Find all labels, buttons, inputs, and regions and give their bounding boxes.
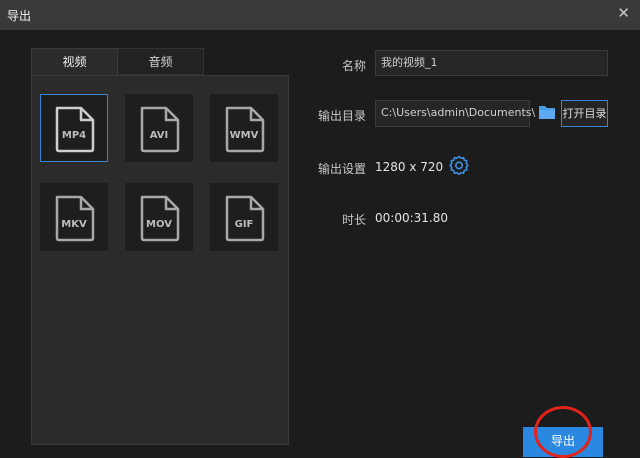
duration-value: 00:00:31.80: [375, 211, 448, 225]
format-label: MP4: [61, 130, 87, 141]
resolution-value: 1280 x 720: [375, 160, 444, 174]
highlight-circle: [534, 406, 592, 458]
format-mov[interactable]: MOV: [125, 183, 193, 251]
file-icon: [225, 106, 265, 153]
output-dir-input[interactable]: C:\Users\admin\Documents\: [375, 100, 535, 127]
name-label: 名称: [341, 59, 366, 73]
format-mkv[interactable]: MKV: [40, 183, 108, 251]
format-label: AVI: [149, 130, 169, 141]
file-icon: [55, 106, 95, 153]
name-input[interactable]: 我的视频_1: [375, 50, 608, 76]
format-avi[interactable]: AVI: [125, 94, 193, 162]
format-label: GIF: [234, 219, 254, 230]
title-bar: 导出 ✕: [0, 0, 640, 30]
format-gif[interactable]: GIF: [210, 183, 278, 251]
duration-label: 时长: [341, 213, 366, 227]
format-mp4[interactable]: MP4: [40, 94, 108, 162]
close-icon[interactable]: ✕: [617, 4, 630, 22]
tab-audio[interactable]: 音频: [118, 48, 204, 75]
format-wmv[interactable]: WMV: [210, 94, 278, 162]
dialog-title: 导出: [7, 9, 32, 23]
file-icon: [140, 195, 180, 242]
open-directory-button[interactable]: 打开目录: [561, 100, 608, 127]
format-label: MOV: [146, 219, 172, 230]
output-settings-label: 输出设置: [317, 162, 366, 176]
format-label: MKV: [61, 219, 87, 230]
file-icon: [140, 106, 180, 153]
output-dir-label: 输出目录: [317, 109, 366, 123]
format-label: WMV: [229, 130, 259, 141]
gear-icon[interactable]: [449, 155, 469, 175]
folder-icon[interactable]: [538, 104, 556, 120]
file-icon: [55, 195, 95, 242]
tab-video[interactable]: 视频: [31, 48, 118, 75]
file-icon: [225, 195, 265, 242]
